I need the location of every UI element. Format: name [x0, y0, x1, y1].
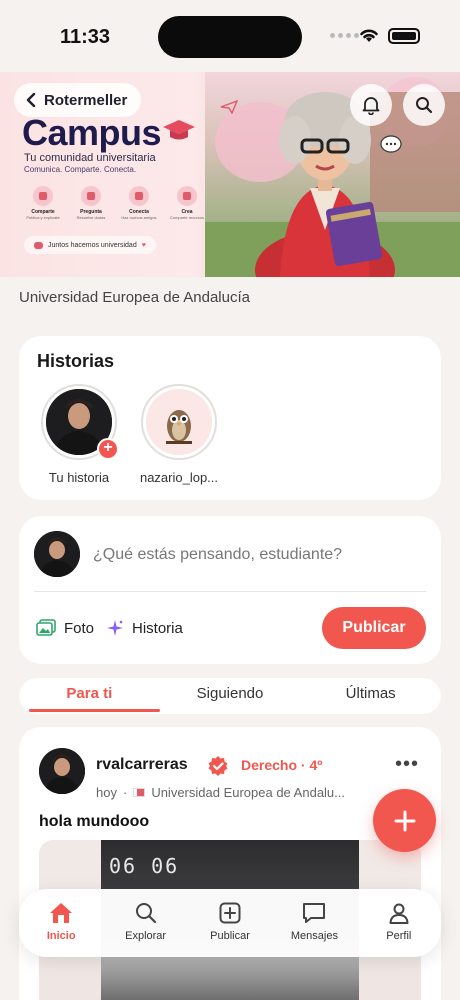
graduation-cap-icon — [129, 186, 149, 206]
feature-comparte: Comparte Publica y explícate — [20, 186, 66, 220]
wifi-icon — [360, 29, 378, 42]
bell-icon — [362, 97, 380, 115]
notifications-button[interactable] — [350, 84, 392, 126]
battery-icon — [388, 28, 420, 44]
feature-sub: Haz nuevos amigos — [121, 215, 157, 220]
add-story-icon[interactable]: + — [97, 438, 119, 460]
feature-sub: Resuelve dudas — [76, 215, 106, 220]
search-icon — [135, 903, 156, 924]
university-flag-icon — [133, 788, 146, 797]
post-subline: hoy · Universidad Europea de Andalu... — [96, 785, 345, 800]
tab-para-ti[interactable]: Para ti — [19, 678, 160, 714]
status-bar: 11:33 — [0, 0, 460, 72]
feature-sub: Publica y explícate — [26, 215, 60, 220]
nav-perfil[interactable]: Perfil — [357, 889, 441, 957]
plus-icon — [394, 810, 415, 831]
story-button[interactable]: Historia — [106, 619, 183, 637]
post-image-continuation — [19, 957, 441, 1000]
nav-mensajes[interactable]: Mensajes — [272, 889, 356, 957]
chat-icon — [33, 186, 53, 206]
post-text: hola mundooo — [39, 813, 150, 830]
composer-input[interactable]: ¿Qué estás pensando, estudiante? — [93, 546, 342, 564]
story-item-own[interactable]: + Tu historia — [39, 384, 119, 485]
users-icon — [81, 186, 101, 206]
verified-badge-icon — [208, 756, 228, 776]
nav-publicar[interactable]: Publicar — [188, 889, 272, 957]
university-name: Universidad Europea de Andalucía — [19, 289, 250, 306]
together-pill: Juntos hacemos universidad ♥ — [24, 236, 156, 254]
separator-dot: · — [122, 785, 128, 800]
image-icon — [36, 619, 56, 636]
search-icon — [416, 97, 433, 114]
avatar[interactable] — [39, 748, 85, 794]
post-university: Universidad Europea de Andalu... — [151, 785, 345, 800]
dynamic-island — [158, 16, 302, 58]
nav-inicio[interactable]: Inicio — [19, 889, 103, 957]
tab-siguiendo[interactable]: Siguiendo — [160, 678, 301, 714]
feature-pregunta: Pregunta Resuelve dudas — [68, 186, 114, 220]
stories-title: Historias — [37, 351, 115, 371]
photo-label: Foto — [64, 619, 95, 637]
create-post-fab[interactable] — [373, 789, 436, 852]
publish-button[interactable]: Publicar — [322, 607, 426, 649]
tab-ultimas[interactable]: Últimas — [300, 678, 441, 714]
story-ring: + — [41, 384, 119, 460]
owl-avatar — [146, 389, 212, 455]
together-label: Juntos hacemos universidad — [48, 241, 137, 249]
stories-card: Historias + Tu historia nazario_lop... — [19, 336, 441, 500]
feed-tabs: Para ti Siguiendo Últimas — [19, 678, 441, 714]
bottom-nav: Inicio Explorar Publicar Mensajes Perfil — [19, 889, 441, 957]
nav-label: Explorar — [125, 930, 167, 942]
search-button[interactable] — [403, 84, 445, 126]
story-name: Tu historia — [48, 470, 110, 485]
chat-bubble-icon — [380, 135, 402, 153]
back-label: Rotermeller — [44, 91, 128, 109]
nav-label: Inicio — [46, 930, 76, 942]
user-icon — [389, 903, 409, 924]
post-meta: Derecho · 4º — [241, 757, 323, 773]
book-icon — [177, 186, 197, 206]
feature-conecta: Conecta Haz nuevos amigos — [116, 186, 162, 220]
nav-label: Perfil — [386, 930, 412, 942]
home-icon — [50, 903, 73, 923]
banner-tagline: Tu comunidad universitaria — [24, 152, 156, 164]
more-options-icon[interactable]: ••• — [395, 753, 419, 776]
nav-label: Publicar — [210, 930, 250, 942]
paper-plane-icon — [220, 100, 238, 114]
story-label: Historia — [132, 619, 183, 637]
heart-icon: ♥ — [141, 241, 146, 249]
plus-square-icon — [219, 902, 241, 924]
users-icon — [34, 241, 43, 249]
banner-tagline-2: Comunica. Comparte. Conecta. — [24, 165, 137, 174]
campus-banner: Rotermeller Campus Tu comunidad universi… — [0, 72, 460, 277]
story-ring — [141, 384, 217, 460]
avatar — [34, 531, 80, 577]
post-time: hoy — [96, 785, 117, 800]
post-composer: ¿Qué estás pensando, estudiante? Foto Hi… — [19, 516, 441, 664]
message-icon — [303, 903, 326, 923]
graduation-cap-icon — [163, 120, 195, 140]
feature-sub: Comparte recursos — [169, 215, 204, 220]
nav-label: Mensajes — [290, 930, 338, 942]
chevron-left-icon — [26, 93, 36, 107]
image-device — [101, 957, 359, 1000]
story-item[interactable]: nazario_lop... — [139, 384, 219, 485]
photo-button[interactable]: Foto — [36, 619, 94, 637]
signal-icon — [330, 33, 359, 38]
story-name: nazario_lop... — [139, 470, 219, 485]
display-readout: 06 06 — [109, 854, 180, 878]
post-username[interactable]: rvalcarreras — [96, 756, 188, 774]
sparkle-icon — [107, 620, 123, 636]
nav-explorar[interactable]: Explorar — [103, 889, 187, 957]
divider — [34, 591, 426, 592]
status-time: 11:33 — [60, 26, 111, 48]
feature-crea: Crea Comparte recursos — [164, 186, 210, 220]
banner-title: Campus — [22, 112, 162, 153]
